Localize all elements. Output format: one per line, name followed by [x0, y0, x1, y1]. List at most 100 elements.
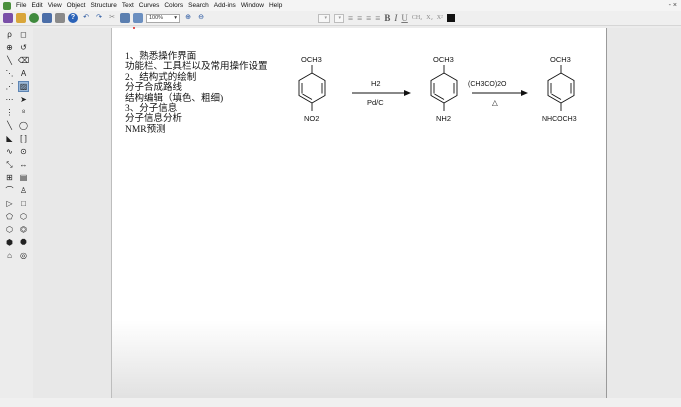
document-page[interactable]: 1、熟悉操作界面 功能栏、工具栏以及常用操作设置 2、结构式的绘制 分子合成路线… [111, 27, 608, 400]
menu-object[interactable]: Object [67, 0, 86, 11]
italic-button[interactable]: I [394, 13, 397, 23]
marquee-icon[interactable]: ◻ [18, 29, 29, 40]
table-icon[interactable]: ⊞ [4, 172, 15, 183]
menu-text[interactable]: Text [122, 0, 134, 11]
zoom-out-icon[interactable]: ⊖ [196, 13, 206, 23]
chemdraw-window: File Edit View Object Structure Text Cur… [0, 0, 681, 407]
benzene-ring-3[interactable] [547, 65, 575, 111]
copy-icon[interactable] [120, 13, 130, 23]
dashed-bond-icon[interactable]: ⋱ [4, 68, 15, 79]
open-folder-icon[interactable] [16, 13, 26, 23]
template-icon[interactable]: ▤ [18, 172, 29, 183]
menu-edit[interactable]: Edit [31, 0, 42, 11]
eraser-icon[interactable]: ⌫ [18, 55, 29, 66]
menu-search[interactable]: Search [188, 0, 209, 11]
main-toolbar: ? ↶ ↷ ✂ 100% ▾ ⊕ ⊖ ▾ ▾ ≡ ≡ ≡ ≡ B I U CH₂ … [0, 11, 681, 26]
save-disk-icon[interactable] [42, 13, 52, 23]
document-canvas[interactable]: 1、熟悉操作界面 功能栏、工具栏以及常用操作设置 2、结构式的绘制 分子合成路线… [33, 27, 608, 404]
cycloheptane-icon[interactable]: ⬢ [4, 237, 15, 248]
status-strip [0, 398, 681, 407]
menu-colors[interactable]: Colors [164, 0, 183, 11]
text-tool-icon[interactable]: A [18, 68, 29, 79]
page-shadow [112, 320, 606, 400]
cyclohexane-icon[interactable]: ⬡ [4, 224, 15, 235]
hollow-wedge-icon[interactable]: ⤡ [4, 159, 15, 170]
wavy-bond-icon[interactable]: ∿ [4, 146, 15, 157]
solid-bond-icon[interactable]: ╲ [4, 55, 15, 66]
arrow-tool-icon[interactable]: ➤ [18, 94, 29, 105]
align-left-icon[interactable]: ≡ [348, 13, 353, 23]
chevron-down-icon: ▾ [174, 15, 177, 21]
menu-help[interactable]: Help [269, 0, 282, 11]
hashed-bond-icon[interactable]: ⋰ [4, 81, 15, 92]
orbital-circle-icon[interactable]: ◯ [18, 120, 29, 131]
text-format-toolbar: ▾ ▾ ≡ ≡ ≡ ≡ B I U CH₂ X₂ X² [318, 13, 455, 23]
align-center-icon[interactable]: ≡ [357, 13, 362, 23]
font-size-select[interactable]: ▾ [334, 13, 344, 23]
formula-button[interactable]: CH₂ [412, 13, 422, 23]
color-picker-button[interactable] [446, 14, 455, 22]
reaction-scheme[interactable]: OCH3 NO2 H2 Pd/C OCH3 NH2 (CH3CO)2O △ OC… [112, 28, 608, 148]
menu-view[interactable]: View [48, 0, 62, 11]
menu-add-ins[interactable]: Add-ins [214, 0, 236, 11]
hexagon-ring-icon[interactable]: ⬡ [18, 211, 29, 222]
step1-catalyst: Pd/C [367, 98, 384, 107]
menu-bar: File Edit View Object Structure Text Cur… [0, 0, 681, 11]
pentagon-ring-icon[interactable]: ⬠ [4, 211, 15, 222]
benzene-ring-2[interactable] [430, 65, 458, 111]
cut-icon[interactable]: ✂ [107, 13, 117, 23]
cyclopentadiene-icon[interactable]: ⌂ [4, 250, 15, 261]
charge-icon[interactable]: ⁸ [18, 107, 29, 118]
print-icon[interactable] [55, 13, 65, 23]
compound1-bottom-label: NO2 [304, 114, 319, 123]
lasso-icon[interactable]: ρ [4, 29, 15, 40]
rotate-icon[interactable]: ↺ [18, 42, 29, 53]
underline-button[interactable]: U [401, 13, 408, 23]
cyclooctane-icon[interactable]: ⯃ [18, 237, 29, 248]
paste-icon[interactable] [133, 13, 143, 23]
bracket-icon[interactable]: [ ] [18, 133, 29, 144]
help-icon[interactable]: ? [68, 13, 78, 23]
orbital-tool-icon[interactable]: ▨ [18, 80, 29, 92]
menu-curves[interactable]: Curves [139, 0, 160, 11]
new-document-icon[interactable] [3, 13, 13, 23]
menu-file[interactable]: File [16, 0, 26, 11]
bold-bond-icon[interactable]: ╲ [4, 120, 15, 131]
undo-icon[interactable]: ↶ [81, 13, 91, 23]
compound2-bottom-label: NH2 [436, 114, 451, 123]
bold-button[interactable]: B [384, 13, 390, 23]
zoom-value: 100% [149, 15, 164, 21]
step1-reagent: H2 [371, 79, 381, 88]
compound1-top-label: OCH3 [301, 55, 322, 64]
redo-icon[interactable]: ↷ [94, 13, 104, 23]
compound3-bottom-label: NHCOCH3 [542, 116, 577, 123]
tool-palette: ρ ◻ ⊕ ↺ ╲ ⌫ ⋱ A ⋰ ▨ ⋯ ➤ ⋮ ⁸ ╲ ◯ ◣[ ] ∿ ⊙ ⤡ ↔ ⊞ ▤ ⌒ ♙… [3, 28, 31, 276]
square-ring-icon[interactable]: □ [18, 198, 29, 209]
query-icon[interactable]: ♙ [18, 185, 29, 196]
app-logo-icon [3, 1, 11, 10]
canvas-margin-right [607, 28, 681, 398]
benzene-ring-1[interactable] [298, 65, 326, 111]
chemical-symbol-icon[interactable]: ⊙ [18, 146, 29, 157]
zoom-in-icon[interactable]: ⊕ [183, 13, 193, 23]
compound3-top-label: OCH3 [550, 55, 571, 64]
save-icon[interactable] [29, 13, 39, 23]
benzene-icon[interactable]: ⏣ [18, 224, 29, 235]
justify-icon[interactable]: ≡ [375, 13, 380, 23]
structure-perspective-icon[interactable]: ⊕ [4, 42, 15, 53]
wedge-bond-icon[interactable]: ⋮ [4, 107, 15, 118]
cyclic-ring-icon[interactable]: ◎ [18, 250, 29, 261]
menu-structure[interactable]: Structure [90, 0, 116, 11]
align-right-icon[interactable]: ≡ [366, 13, 371, 23]
chain-icon[interactable]: ⌒ [4, 185, 15, 196]
zoom-select[interactable]: 100% ▾ [146, 13, 180, 23]
mechanism-arrow-icon[interactable]: ↔ [18, 159, 29, 170]
subscript-button[interactable]: X₂ [426, 13, 432, 23]
hashed-wedge-icon[interactable]: ⋯ [4, 94, 15, 105]
triangle-ring-icon[interactable]: ▷ [4, 198, 15, 209]
bold-wedge-icon[interactable]: ◣ [4, 133, 15, 144]
window-controls[interactable]: - × [669, 0, 677, 11]
font-select[interactable]: ▾ [318, 13, 330, 23]
superscript-button[interactable]: X² [437, 13, 443, 23]
menu-window[interactable]: Window [241, 0, 264, 11]
